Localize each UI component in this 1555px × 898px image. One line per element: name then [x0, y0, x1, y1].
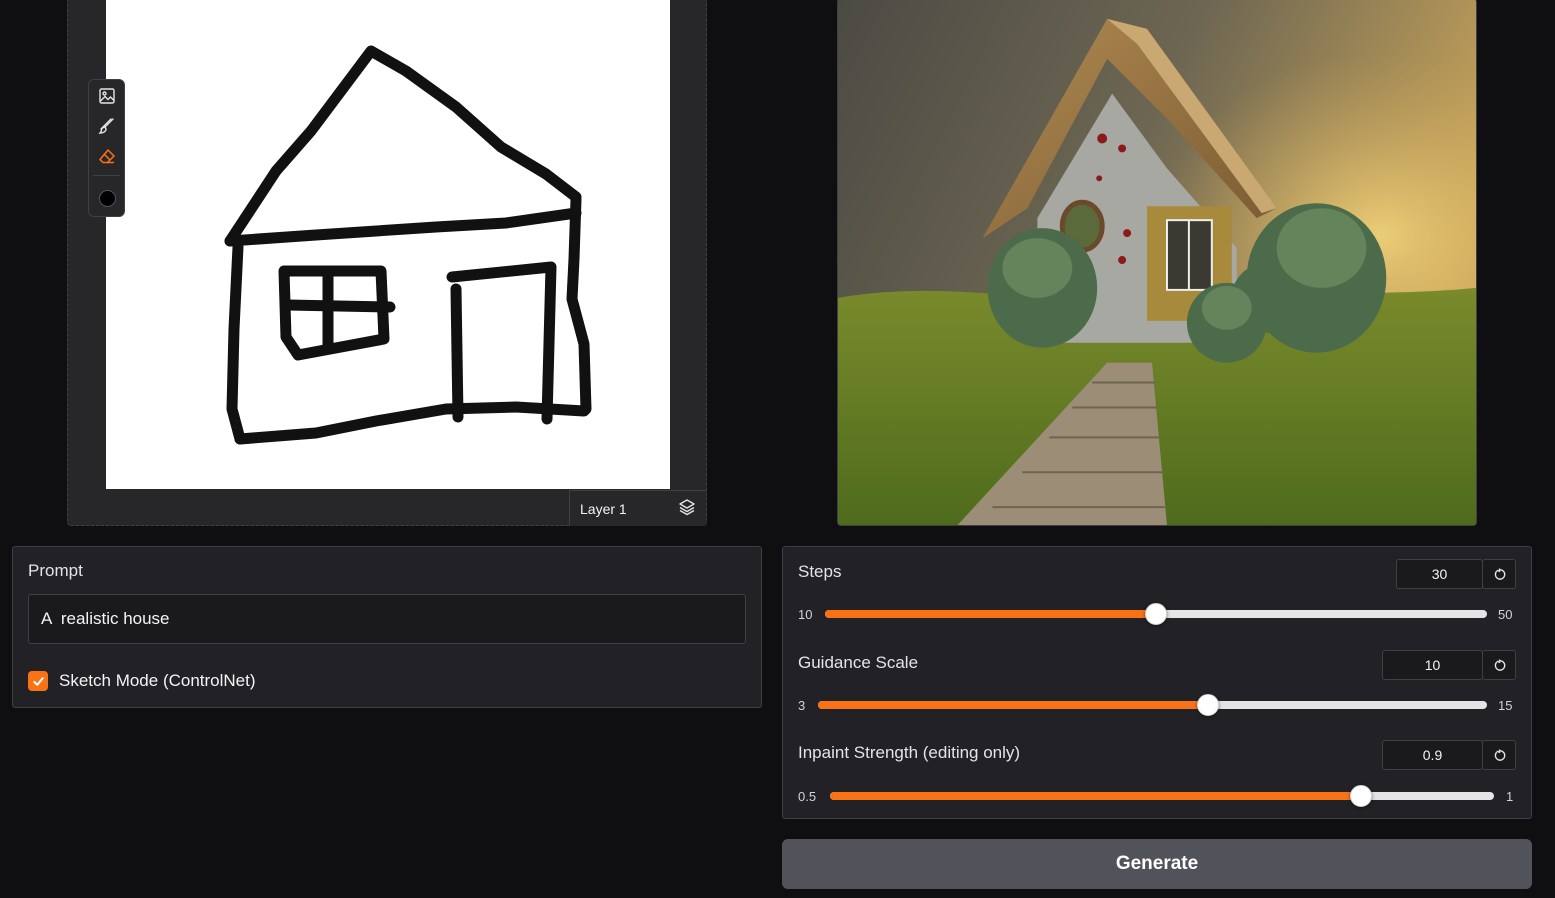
reset-icon: [1494, 748, 1505, 761]
steps-reset-button[interactable]: [1482, 559, 1516, 589]
generate-button[interactable]: Generate: [782, 839, 1532, 889]
sketch-canvas-panel: Layer 1: [67, 0, 707, 526]
steps-number-input[interactable]: 30: [1396, 559, 1483, 589]
sketch-mode-label: Sketch Mode (ControlNet): [59, 671, 256, 690]
guidance-scale-label: Guidance Scale: [798, 653, 919, 672]
reset-icon: [1494, 567, 1505, 580]
guidance-scale-max: 15: [1498, 698, 1513, 713]
eraser-icon[interactable]: [96, 145, 118, 167]
prompt-input[interactable]: A realistic house: [28, 594, 746, 644]
steps-label: Steps: [798, 562, 842, 581]
settings-panel: Steps 30 10 50 Guidance Scale 10 3 15 In…: [782, 546, 1532, 819]
house-sketch-drawing: [224, 45, 592, 445]
reset-icon: [1494, 658, 1505, 671]
inpaint-strength-slider[interactable]: [830, 785, 1494, 807]
steps-slider[interactable]: [825, 603, 1487, 625]
inpaint-strength-min: 0.5: [798, 789, 817, 804]
inpaint-strength-number-input[interactable]: 0.9: [1382, 740, 1483, 770]
guidance-scale-number-input[interactable]: 10: [1382, 650, 1483, 680]
prompt-label: Prompt: [28, 561, 83, 580]
inpaint-strength-reset-button[interactable]: [1482, 740, 1516, 770]
inpaint-strength-max: 1: [1506, 789, 1514, 804]
checkmark-icon: [32, 676, 44, 686]
drawing-toolbar: [88, 79, 125, 217]
toolbar-divider: [93, 175, 120, 176]
guidance-scale-slider[interactable]: [818, 694, 1487, 716]
guidance-scale-slider-thumb[interactable]: [1197, 694, 1220, 716]
sketch-mode-checkbox[interactable]: [28, 671, 48, 691]
steps-min: 10: [798, 607, 813, 622]
sketch-mode-toggle[interactable]: Sketch Mode (ControlNet): [28, 671, 256, 691]
steps-slider-thumb[interactable]: [1145, 603, 1167, 625]
inpaint-strength-slider-thumb[interactable]: [1350, 785, 1373, 807]
generated-image-output: [837, 0, 1477, 526]
layers-icon: [678, 498, 696, 519]
generated-house-image: [838, 0, 1476, 525]
inpaint-strength-label: Inpaint Strength (editing only): [798, 743, 1021, 762]
sketch-canvas[interactable]: [106, 0, 670, 489]
guidance-scale-min: 3: [798, 698, 806, 713]
prompt-panel: Prompt A realistic house Sketch Mode (Co…: [12, 546, 762, 708]
steps-max: 50: [1498, 607, 1513, 622]
layer-label: Layer 1: [580, 500, 627, 517]
brush-color-swatch[interactable]: [99, 190, 116, 207]
brush-icon[interactable]: [96, 115, 118, 137]
layer-selector[interactable]: Layer 1: [569, 490, 706, 526]
guidance-scale-reset-button[interactable]: [1482, 650, 1516, 680]
image-icon[interactable]: [96, 85, 118, 107]
